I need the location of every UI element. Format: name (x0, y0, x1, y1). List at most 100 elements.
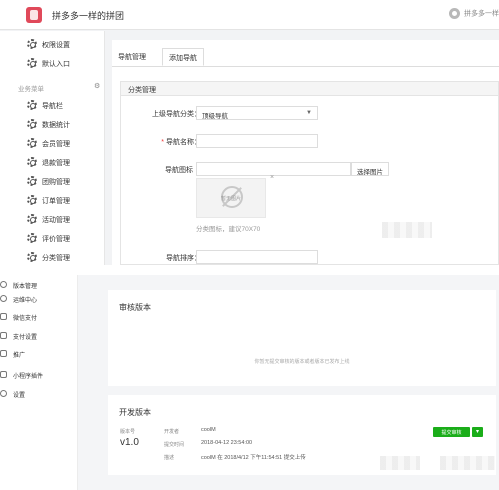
description-value: coolM 在 2018/4/12 下午11:54:51 提交上传 (201, 455, 306, 461)
audit-version-card: 审核版本 你暂无提交审核的版本或者版本已发布上线 (108, 290, 496, 386)
category-form-panel: 分类管理 上级导航分类： 顶级导航 ▼ * 导航名称： 导航图标 选择图片 暂无图… (120, 81, 499, 265)
sidebar-item-reviews[interactable]: 评价管理 (0, 230, 105, 248)
gear-icon (27, 176, 37, 186)
sidebar-item-label: 团购管理 (42, 179, 70, 186)
version-number: v1.0 (120, 437, 139, 448)
audit-version-title: 审核版本 (119, 303, 151, 312)
user-icon (449, 8, 460, 19)
sidebar-item-label: 微信支付 (13, 316, 38, 322)
sidebar-item-statistics[interactable]: 数据统计 (0, 116, 105, 134)
developer-key: 开发者 (164, 429, 180, 435)
version-icon (0, 281, 7, 288)
promotion-icon (0, 350, 7, 357)
sidebar-item-orders[interactable]: 订单管理 (0, 192, 105, 210)
nav-name-label-wrap: * 导航名称： (121, 137, 201, 147)
gear-icon (27, 195, 37, 205)
nav-sort-label: 导航排序： (166, 255, 201, 262)
gear-icon (27, 138, 37, 148)
sidebar-section-label: 业务菜单 (18, 86, 44, 93)
sidebar-item-label: 导航栏 (42, 103, 63, 110)
parent-category-select[interactable]: 顶级导航 ▼ (196, 106, 318, 120)
sidebar-item-label: 设置 (13, 393, 26, 399)
card-icon (0, 332, 7, 339)
blurred-watermark (382, 222, 432, 238)
top-screenshot: 拼多多一样的拼团 拼多多一样 权限设置 默认入口 业务菜单 ⚙ 导航栏 数据统计… (0, 0, 499, 265)
sidebar-item-payment-settings[interactable]: 支付设置 (0, 328, 78, 344)
description-key: 描述 (164, 455, 175, 461)
sidebar-item-settings[interactable]: 设置 (0, 386, 78, 402)
nav-icon-label: 导航图标 (165, 167, 193, 174)
top-header: 拼多多一样的拼团 拼多多一样 (0, 0, 499, 30)
sidebar-item-label: 活动管理 (42, 217, 70, 224)
no-image-text: 暂无图片 (220, 196, 241, 202)
chevron-down-icon: ▼ (306, 110, 312, 116)
version-label: 版本号 (120, 429, 136, 435)
sidebar-item-label: 默认入口 (42, 61, 70, 68)
gear-icon[interactable]: ⚙ (94, 82, 100, 90)
wallet-icon (0, 313, 7, 320)
gear-icon (27, 100, 37, 110)
sidebar-item-categories[interactable]: 分类管理 (0, 249, 105, 265)
sidebar-item-plugins[interactable]: 小程序插件 (0, 367, 78, 383)
blurred-watermark (440, 456, 495, 470)
choose-image-button[interactable]: 选择图片 (351, 162, 389, 176)
tab-nav-manage[interactable]: 导航管理 (112, 48, 152, 66)
submit-time-value: 2018-04-12 23:54:00 (201, 440, 253, 446)
bottom-screenshot: 版本管理 运维中心 微信支付 支付设置 推广 小程序插件 设置 审核版本 你暂无… (0, 275, 499, 490)
bottom-sidebar: 版本管理 运维中心 微信支付 支付设置 推广 小程序插件 设置 (0, 275, 78, 490)
audit-empty-text: 你暂无提交审核的版本或者版本已发布上线 (254, 359, 350, 365)
gear-icon (27, 119, 37, 129)
nav-name-input[interactable] (196, 134, 318, 148)
plugin-icon (0, 371, 7, 378)
tab-divider (112, 66, 499, 67)
sidebar-item-wechat-pay[interactable]: 微信支付 (0, 309, 78, 325)
user-menu[interactable]: 拼多多一样 (449, 8, 499, 19)
sidebar-item-navbar[interactable]: 导航栏 (0, 97, 105, 115)
image-size-hint: 分类图标，建议70X70 (196, 226, 261, 233)
sidebar-item-label: 分类管理 (42, 255, 70, 262)
gear-icon (27, 233, 37, 243)
app-logo (26, 7, 42, 23)
sidebar-item-members[interactable]: 会员管理 (0, 135, 105, 153)
settings-icon (0, 390, 7, 397)
sidebar-item-refunds[interactable]: 退款管理 (0, 154, 105, 172)
panel-title: 分类管理 (121, 82, 498, 96)
sidebar-item-label: 评价管理 (42, 236, 70, 243)
parent-category-value: 顶级导航 (202, 113, 228, 120)
developer-value: coolM (201, 427, 216, 433)
image-preview: 暂无图片 (196, 178, 266, 218)
sidebar-item-label: 会员管理 (42, 141, 70, 148)
sidebar-item-ops[interactable]: 运维中心 (0, 291, 78, 307)
gear-icon (27, 39, 37, 49)
sidebar-item-label: 数据统计 (42, 122, 70, 129)
gear-icon (27, 157, 37, 167)
gear-icon (27, 58, 37, 68)
nav-sort-input[interactable] (196, 250, 318, 264)
app-title: 拼多多一样的拼团 (52, 11, 125, 21)
submit-audit-button[interactable]: 提交审核 (433, 427, 470, 437)
sidebar-item-label: 推广 (13, 353, 26, 359)
sidebar-item-label: 支付设置 (13, 335, 38, 341)
required-mark: * (161, 139, 164, 146)
sidebar-item-permissions[interactable]: 权限设置 (0, 36, 105, 54)
chevron-down-icon[interactable]: ▾ (472, 427, 483, 437)
sidebar-item-label: 版本管理 (13, 284, 38, 290)
sidebar-item-promotion[interactable]: 推广 (0, 346, 78, 362)
ops-icon (0, 295, 7, 302)
sidebar-item-label: 运维中心 (13, 298, 38, 304)
gear-icon (27, 214, 37, 224)
dev-version-card: 开发版本 版本号 v1.0 开发者 coolM 提交时间 2018-04-12 … (108, 395, 496, 475)
dev-version-title: 开发版本 (119, 408, 151, 417)
sidebar-item-group-buy[interactable]: 团购管理 (0, 173, 105, 191)
sidebar-item-label: 订单管理 (42, 198, 70, 205)
top-sidebar: 权限设置 默认入口 业务菜单 ⚙ 导航栏 数据统计 会员管理 退款管理 团购管理 (0, 31, 105, 265)
top-main-content: 导航管理 添加导航 分类管理 上级导航分类： 顶级导航 ▼ * 导航名称： 导航图… (112, 40, 499, 265)
sidebar-item-label: 小程序插件 (13, 374, 44, 380)
sidebar-item-activities[interactable]: 活动管理 (0, 211, 105, 229)
close-icon[interactable]: × (270, 174, 274, 181)
sidebar-item-default-entry[interactable]: 默认入口 (0, 55, 105, 73)
tab-add-nav[interactable]: 添加导航 (162, 48, 204, 66)
blurred-watermark (380, 456, 420, 470)
sidebar-item-label: 权限设置 (42, 42, 70, 49)
parent-category-label: 上级导航分类： (152, 111, 201, 118)
